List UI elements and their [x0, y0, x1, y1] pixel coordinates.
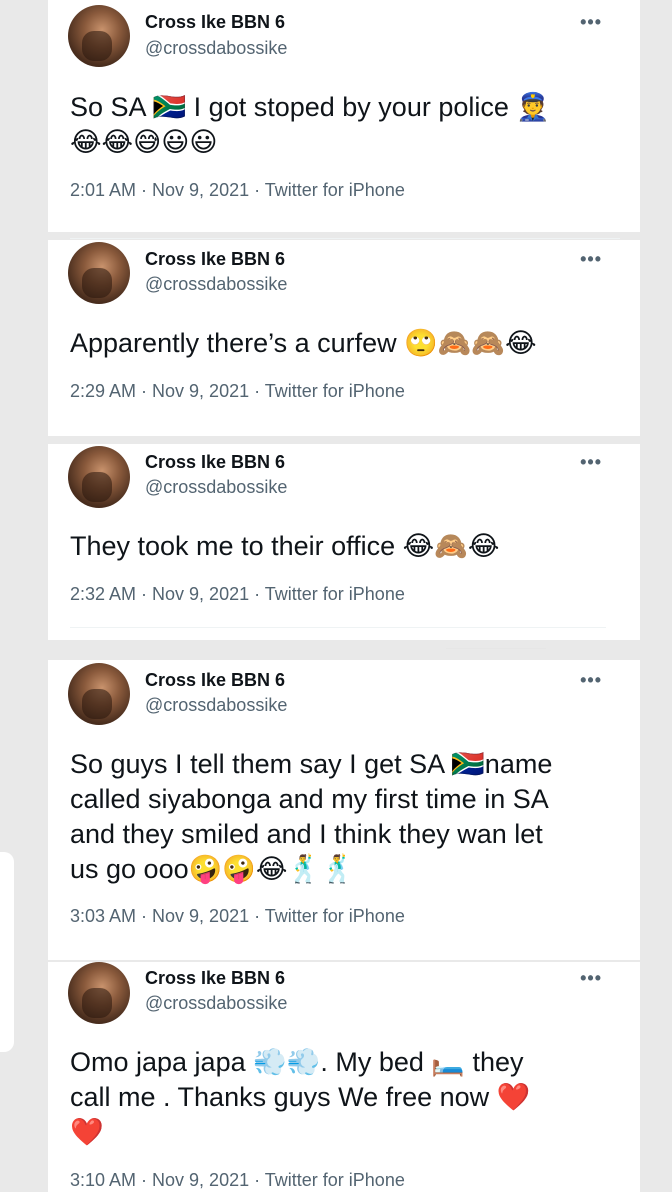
tweet-text-line: us go ooo🤪🤪😂🕺🕺	[70, 854, 355, 884]
tweet-card[interactable]: Cross Ike BBN 6 @crossdabossike ••• So S…	[48, 0, 640, 239]
display-name[interactable]: Cross Ike BBN 6	[145, 968, 285, 989]
tweet-text-line: So SA 🇿🇦 I got stoped by your police 👮	[70, 92, 550, 122]
more-options-icon[interactable]: •••	[580, 670, 602, 691]
tweet-timestamp[interactable]: 2:01 AM · Nov 9, 2021 · Twitter for iPho…	[70, 180, 405, 201]
tweet-timestamp[interactable]: 3:03 AM · Nov 9, 2021 · Twitter for iPho…	[70, 906, 405, 927]
tweet-text: Apparently there’s a curfew 🙄🙈🙈😂	[70, 326, 610, 361]
tweet-text-line: and they smiled and I think they wan let	[70, 819, 543, 849]
divider	[70, 627, 606, 628]
divider	[70, 238, 620, 239]
side-panel-tab[interactable]	[0, 852, 14, 1052]
avatar[interactable]	[68, 242, 130, 304]
tweet-timestamp[interactable]: 3:10 AM · Nov 9, 2021 · Twitter for iPho…	[70, 1170, 405, 1191]
tweet-text: So guys I tell them say I get SA 🇿🇦name …	[70, 747, 610, 887]
tweet-timestamp[interactable]: 2:32 AM · Nov 9, 2021 · Twitter for iPho…	[70, 584, 405, 605]
tweet-text-line: ❤️	[70, 1117, 104, 1147]
avatar[interactable]	[68, 962, 130, 1024]
more-options-icon[interactable]: •••	[580, 12, 602, 33]
tweet-text: So SA 🇿🇦 I got stoped by your police 👮 😂…	[70, 90, 610, 160]
tweet-card[interactable]: Cross Ike BBN 6 @crossdabossike ••• Appa…	[48, 240, 640, 436]
tweet-text: They took me to their office 😂🙈😂	[70, 529, 610, 564]
user-handle[interactable]: @crossdabossike	[145, 477, 287, 498]
user-handle[interactable]: @crossdabossike	[145, 695, 287, 716]
tweet-text-line: called siyabonga and my first time in SA	[70, 784, 549, 814]
tweet-text-line: So guys I tell them say I get SA 🇿🇦name	[70, 749, 553, 779]
avatar[interactable]	[68, 446, 130, 508]
tweet-text-line: Omo japa japa 💨💨. My bed 🛏️ they	[70, 1047, 524, 1077]
user-handle[interactable]: @crossdabossike	[145, 993, 287, 1014]
tweet-card[interactable]: Cross Ike BBN 6 @crossdabossike ••• Omo …	[48, 962, 640, 1192]
divider	[446, 648, 546, 649]
avatar[interactable]	[68, 663, 130, 725]
tweet-text-line: They took me to their office 😂🙈😂	[70, 531, 500, 561]
more-options-icon[interactable]: •••	[580, 249, 602, 270]
tweet-card[interactable]: Cross Ike BBN 6 @crossdabossike ••• They…	[48, 444, 640, 640]
tweet-card[interactable]: Cross Ike BBN 6 @crossdabossike ••• So g…	[48, 660, 640, 960]
tweet-text-line: call me . Thanks guys We free now ❤️	[70, 1082, 531, 1112]
user-handle[interactable]: @crossdabossike	[145, 38, 287, 59]
more-options-icon[interactable]: •••	[580, 968, 602, 989]
avatar[interactable]	[68, 5, 130, 67]
display-name[interactable]: Cross Ike BBN 6	[145, 670, 285, 691]
display-name[interactable]: Cross Ike BBN 6	[145, 249, 285, 270]
tweet-timestamp[interactable]: 2:29 AM · Nov 9, 2021 · Twitter for iPho…	[70, 381, 405, 402]
tweet-text-line: Apparently there’s a curfew 🙄🙈🙈😂	[70, 328, 537, 358]
display-name[interactable]: Cross Ike BBN 6	[145, 452, 285, 473]
display-name[interactable]: Cross Ike BBN 6	[145, 12, 285, 33]
tweet-text-line: 😂😂😅😃😃	[70, 127, 218, 157]
tweet-text: Omo japa japa 💨💨. My bed 🛏️ they call me…	[70, 1045, 610, 1150]
more-options-icon[interactable]: •••	[580, 452, 602, 473]
user-handle[interactable]: @crossdabossike	[145, 274, 287, 295]
